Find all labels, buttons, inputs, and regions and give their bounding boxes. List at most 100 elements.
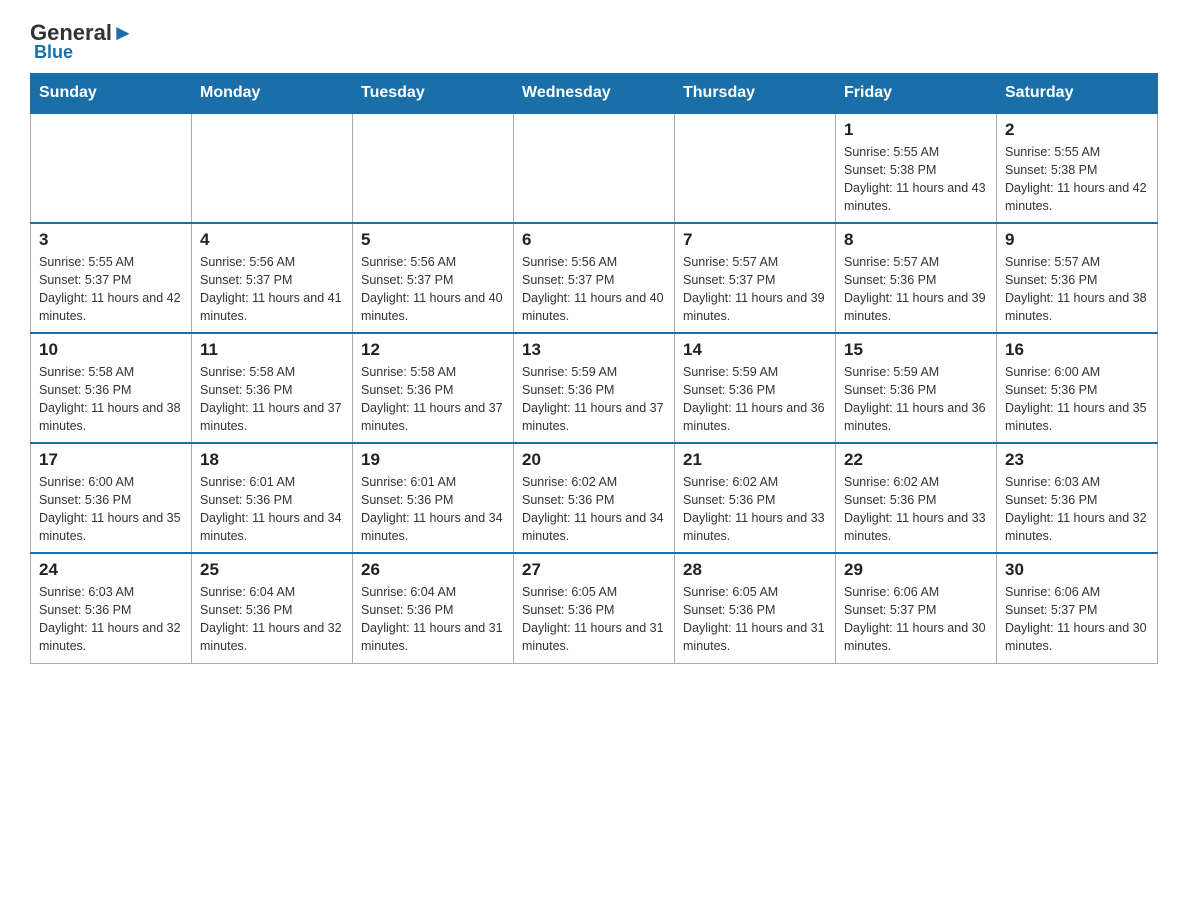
day-number: 22 [844,450,988,470]
page-header: General ► Blue [30,20,1158,63]
day-info: Sunrise: 6:03 AMSunset: 5:36 PMDaylight:… [1005,473,1149,546]
calendar-table: Sunday Monday Tuesday Wednesday Thursday… [30,73,1158,664]
logo: General ► Blue [30,20,134,63]
day-info: Sunrise: 6:06 AMSunset: 5:37 PMDaylight:… [1005,583,1149,656]
table-row: 4 Sunrise: 5:56 AMSunset: 5:37 PMDaylight… [192,223,353,333]
day-number: 19 [361,450,505,470]
calendar-week-row: 10 Sunrise: 5:58 AMSunset: 5:36 PMDayligh… [31,333,1158,443]
table-row: 10 Sunrise: 5:58 AMSunset: 5:36 PMDayligh… [31,333,192,443]
day-number: 18 [200,450,344,470]
day-info: Sunrise: 5:57 AMSunset: 5:36 PMDaylight:… [1005,253,1149,326]
day-info: Sunrise: 6:03 AMSunset: 5:36 PMDaylight:… [39,583,183,656]
table-row: 28 Sunrise: 6:05 AMSunset: 5:36 PMDayligh… [675,553,836,663]
day-number: 24 [39,560,183,580]
calendar-week-row: 24 Sunrise: 6:03 AMSunset: 5:36 PMDayligh… [31,553,1158,663]
day-number: 25 [200,560,344,580]
header-wednesday: Wednesday [514,74,675,114]
day-info: Sunrise: 6:06 AMSunset: 5:37 PMDaylight:… [844,583,988,656]
table-row: 9Sunrise: 5:57 AMSunset: 5:36 PMDaylight… [997,223,1158,333]
table-row: 21 Sunrise: 6:02 AMSunset: 5:36 PMDayligh… [675,443,836,553]
logo-blue-label: Blue [34,42,73,63]
table-row: 22 Sunrise: 6:02 AMSunset: 5:36 PMDayligh… [836,443,997,553]
day-number: 2 [1005,120,1149,140]
header-tuesday: Tuesday [353,74,514,114]
day-info: Sunrise: 5:56 AMSunset: 5:37 PMDaylight:… [200,253,344,326]
day-number: 16 [1005,340,1149,360]
day-info: Sunrise: 5:57 AMSunset: 5:36 PMDaylight:… [844,253,988,326]
table-row: 12Sunrise: 5:58 AMSunset: 5:36 PMDayligh… [353,333,514,443]
day-number: 29 [844,560,988,580]
table-row: 30 Sunrise: 6:06 AMSunset: 5:37 PMDayligh… [997,553,1158,663]
day-number: 27 [522,560,666,580]
table-row: 14Sunrise: 5:59 AMSunset: 5:36 PMDayligh… [675,333,836,443]
day-info: Sunrise: 6:04 AMSunset: 5:36 PMDaylight:… [200,583,344,656]
day-info: Sunrise: 6:01 AMSunset: 5:36 PMDaylight:… [361,473,505,546]
day-info: Sunrise: 5:57 AMSunset: 5:37 PMDaylight:… [683,253,827,326]
day-info: Sunrise: 5:56 AMSunset: 5:37 PMDaylight:… [522,253,666,326]
table-row [514,113,675,223]
header-monday: Monday [192,74,353,114]
day-info: Sunrise: 6:04 AMSunset: 5:36 PMDaylight:… [361,583,505,656]
table-row [675,113,836,223]
table-row: 1 Sunrise: 5:55 AMSunset: 5:38 PMDaylight… [836,113,997,223]
day-number: 4 [200,230,344,250]
day-info: Sunrise: 5:59 AMSunset: 5:36 PMDaylight:… [844,363,988,436]
table-row: 11 Sunrise: 5:58 AMSunset: 5:36 PMDayligh… [192,333,353,443]
day-info: Sunrise: 5:55 AMSunset: 5:37 PMDaylight:… [39,253,183,326]
calendar-week-row: 17Sunrise: 6:00 AMSunset: 5:36 PMDayligh… [31,443,1158,553]
table-row: 15 Sunrise: 5:59 AMSunset: 5:36 PMDayligh… [836,333,997,443]
day-number: 10 [39,340,183,360]
day-number: 23 [1005,450,1149,470]
header-thursday: Thursday [675,74,836,114]
day-number: 11 [200,340,344,360]
day-number: 5 [361,230,505,250]
calendar-week-row: 1 Sunrise: 5:55 AMSunset: 5:38 PMDaylight… [31,113,1158,223]
table-row: 6 Sunrise: 5:56 AMSunset: 5:37 PMDaylight… [514,223,675,333]
table-row: 2 Sunrise: 5:55 AMSunset: 5:38 PMDaylight… [997,113,1158,223]
day-info: Sunrise: 5:55 AMSunset: 5:38 PMDaylight:… [1005,143,1149,216]
day-info: Sunrise: 6:02 AMSunset: 5:36 PMDaylight:… [683,473,827,546]
day-info: Sunrise: 5:58 AMSunset: 5:36 PMDaylight:… [39,363,183,436]
table-row: 8 Sunrise: 5:57 AMSunset: 5:36 PMDaylight… [836,223,997,333]
calendar-header-row: Sunday Monday Tuesday Wednesday Thursday… [31,74,1158,114]
day-number: 20 [522,450,666,470]
day-number: 7 [683,230,827,250]
table-row: 24 Sunrise: 6:03 AMSunset: 5:36 PMDayligh… [31,553,192,663]
table-row: 17Sunrise: 6:00 AMSunset: 5:36 PMDayligh… [31,443,192,553]
table-row: 23 Sunrise: 6:03 AMSunset: 5:36 PMDayligh… [997,443,1158,553]
day-info: Sunrise: 5:55 AMSunset: 5:38 PMDaylight:… [844,143,988,216]
table-row: 16 Sunrise: 6:00 AMSunset: 5:36 PMDayligh… [997,333,1158,443]
table-row [192,113,353,223]
day-number: 28 [683,560,827,580]
day-info: Sunrise: 6:05 AMSunset: 5:36 PMDaylight:… [683,583,827,656]
table-row: 3 Sunrise: 5:55 AMSunset: 5:37 PMDaylight… [31,223,192,333]
day-info: Sunrise: 6:02 AMSunset: 5:36 PMDaylight:… [844,473,988,546]
table-row [353,113,514,223]
day-info: Sunrise: 5:58 AMSunset: 5:36 PMDaylight:… [200,363,344,436]
day-info: Sunrise: 6:02 AMSunset: 5:36 PMDaylight:… [522,473,666,546]
day-number: 8 [844,230,988,250]
day-number: 15 [844,340,988,360]
day-number: 3 [39,230,183,250]
header-friday: Friday [836,74,997,114]
day-number: 6 [522,230,666,250]
day-number: 1 [844,120,988,140]
table-row: 13Sunrise: 5:59 AMSunset: 5:36 PMDayligh… [514,333,675,443]
day-number: 13 [522,340,666,360]
day-info: Sunrise: 5:58 AMSunset: 5:36 PMDaylight:… [361,363,505,436]
day-number: 14 [683,340,827,360]
table-row: 27 Sunrise: 6:05 AMSunset: 5:36 PMDayligh… [514,553,675,663]
table-row: 26Sunrise: 6:04 AMSunset: 5:36 PMDayligh… [353,553,514,663]
day-number: 17 [39,450,183,470]
day-number: 30 [1005,560,1149,580]
table-row: 25 Sunrise: 6:04 AMSunset: 5:36 PMDayligh… [192,553,353,663]
table-row: 7 Sunrise: 5:57 AMSunset: 5:37 PMDaylight… [675,223,836,333]
table-row: 5Sunrise: 5:56 AMSunset: 5:37 PMDaylight… [353,223,514,333]
day-info: Sunrise: 6:00 AMSunset: 5:36 PMDaylight:… [1005,363,1149,436]
table-row: 19 Sunrise: 6:01 AMSunset: 5:36 PMDayligh… [353,443,514,553]
day-info: Sunrise: 6:05 AMSunset: 5:36 PMDaylight:… [522,583,666,656]
table-row: 20 Sunrise: 6:02 AMSunset: 5:36 PMDayligh… [514,443,675,553]
table-row: 29 Sunrise: 6:06 AMSunset: 5:37 PMDayligh… [836,553,997,663]
calendar-week-row: 3 Sunrise: 5:55 AMSunset: 5:37 PMDaylight… [31,223,1158,333]
day-number: 21 [683,450,827,470]
